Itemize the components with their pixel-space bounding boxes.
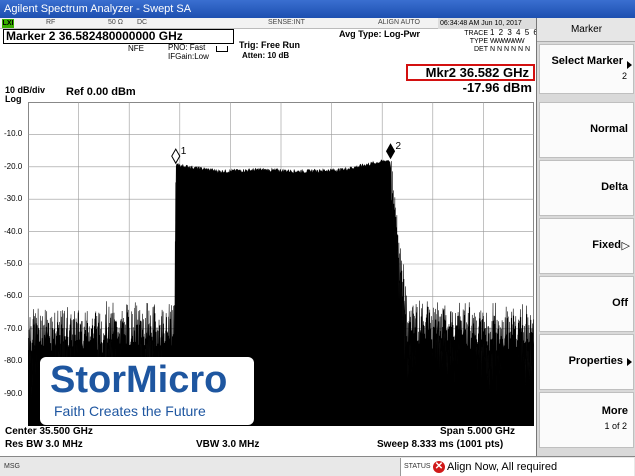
- softkey-properties[interactable]: Properties: [539, 334, 634, 390]
- softkey-label: Normal: [590, 123, 628, 135]
- sweep-time[interactable]: Sweep 8.333 ms (1001 pts): [377, 439, 503, 450]
- y-tick-label: -20.0: [4, 161, 23, 171]
- trace-values: 1 2 3 4 5 6: [490, 28, 539, 37]
- logo-text: StorMicro: [50, 359, 228, 401]
- y-tick-label: -10.0: [4, 129, 23, 139]
- softkey-label: Fixed: [592, 239, 621, 251]
- softkey-label: More: [601, 405, 628, 417]
- y-tick-label: -50.0: [4, 259, 23, 268]
- submenu-arrow-icon: [627, 61, 632, 69]
- rf-input-label: RF: [46, 19, 56, 26]
- softkey-fixed[interactable]: Fixed ▷: [539, 218, 634, 274]
- y-tick-label: -60.0: [4, 291, 23, 301]
- y-tick-label: -90.0: [4, 388, 23, 398]
- y-tick-label: -40.0: [4, 226, 23, 236]
- softkey-value: 2: [621, 71, 627, 81]
- sense-label: SENSE:INT: [268, 19, 305, 26]
- softkey-normal[interactable]: Normal: [539, 102, 634, 158]
- atten-label: Atten: 10 dB: [242, 51, 290, 60]
- span[interactable]: Span 5.000 GHz: [440, 426, 515, 437]
- softkey-off[interactable]: Off: [539, 276, 634, 332]
- status-label: STATUS: [404, 463, 431, 470]
- softkey-label: Select Marker: [551, 55, 623, 67]
- avg-type-label: Avg Type: Log-Pwr: [339, 29, 420, 39]
- softkey-select-marker[interactable]: Select Marker 2: [539, 44, 634, 94]
- status-box[interactable]: STATUS ✕ Align Now, All required: [400, 458, 634, 476]
- coupling-label: DC: [137, 19, 148, 26]
- marker-2-label: 2: [396, 141, 402, 152]
- det-values: N N N N N N: [490, 46, 531, 53]
- status-bar: MSG STATUS ✕ Align Now, All required: [0, 456, 635, 476]
- pno-label: PNO: Fast: [168, 43, 206, 52]
- center-frequency[interactable]: Center 35.500 GHz: [5, 426, 93, 437]
- y-tick-label: -70.0: [4, 323, 23, 333]
- ifgain-label: IFGain:Low: [168, 52, 209, 61]
- error-icon: ✕: [433, 461, 445, 473]
- lxi-indicator: LXI: [2, 19, 14, 28]
- submenu-arrow-outline-icon: ▷: [621, 240, 630, 252]
- trace-label: TRACE: [464, 30, 488, 37]
- align-label: ALIGN AUTO: [378, 19, 420, 26]
- softkey-page: 1 of 2: [604, 421, 627, 431]
- trigger-icon: [216, 46, 228, 52]
- softkey-menu-title: Marker: [537, 18, 635, 42]
- type-label: TYPE: [469, 38, 488, 45]
- trigger-label: Trig: Free Run: [239, 40, 301, 50]
- active-marker-entry[interactable]: Marker 2 36.582480000000 GHz: [3, 29, 234, 44]
- softkey-delta[interactable]: Delta: [539, 160, 634, 216]
- det-label: DET: [474, 46, 488, 53]
- window-title: Agilent Spectrum Analyzer - Swept SA: [0, 0, 635, 18]
- submenu-arrow-icon: [627, 358, 632, 366]
- softkey-more[interactable]: More 1 of 2: [539, 392, 634, 448]
- impedance-label: 50 Ω: [108, 19, 123, 26]
- reference-level: Ref 0.00 dBm: [66, 86, 136, 98]
- marker-1-label: 1: [181, 146, 187, 157]
- marker-amplitude-readout: -17.96 dBm: [462, 80, 532, 95]
- nfe-label: NFE: [128, 44, 144, 53]
- video-bandwidth[interactable]: VBW 3.0 MHz: [196, 439, 259, 450]
- status-message: Align Now, All required: [447, 461, 558, 473]
- msg-label: MSG: [4, 463, 20, 470]
- brand-logo: StorMicro Faith Creates the Future: [40, 357, 254, 425]
- y-tick-label: -80.0: [4, 356, 23, 366]
- softkey-panel: Marker Select Marker 2 Normal Delta Fixe…: [536, 18, 635, 456]
- type-values: WWWWWW: [490, 38, 525, 45]
- marker-frequency-readout: Mkr2 36.582 GHz: [406, 64, 535, 81]
- logo-tagline: Faith Creates the Future: [54, 403, 206, 419]
- resolution-bandwidth[interactable]: Res BW 3.0 MHz: [5, 439, 83, 450]
- softkey-label: Properties: [568, 355, 623, 367]
- softkey-label: Off: [612, 297, 628, 309]
- softkey-label: Delta: [601, 181, 628, 193]
- y-tick-label: -30.0: [4, 194, 23, 204]
- trace-indicator-grid: TRACE 1 2 3 4 5 6 TYPE WWWWWW DET N N N N N…: [464, 29, 539, 54]
